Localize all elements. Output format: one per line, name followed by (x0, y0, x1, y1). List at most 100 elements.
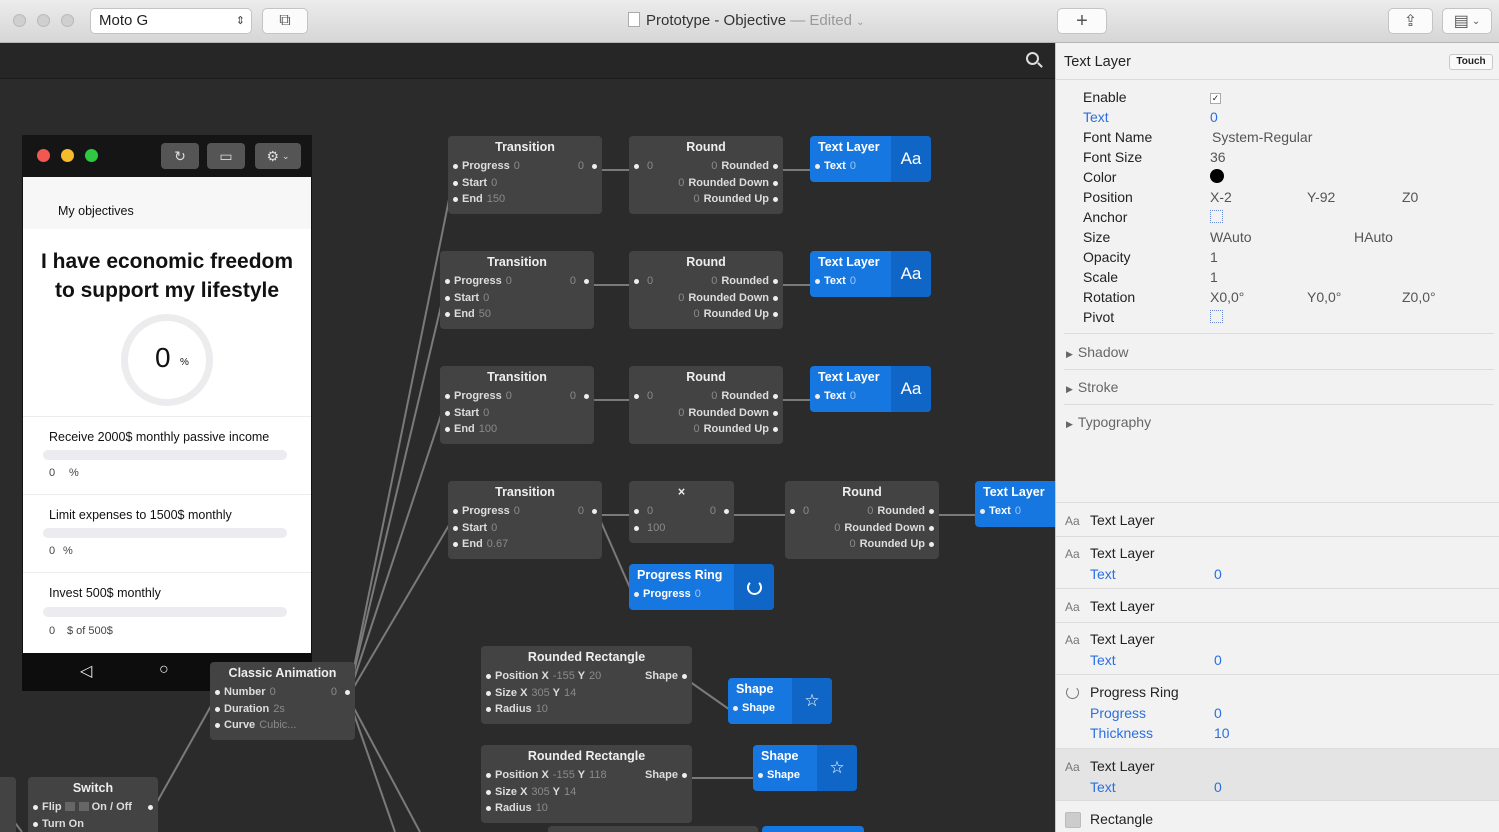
minimize-window-button[interactable] (37, 14, 50, 27)
start-port[interactable]: Start 0 (440, 290, 594, 307)
toggle-viewer-button[interactable]: ⧉ (262, 8, 308, 34)
text-value[interactable]: 0 (1210, 109, 1218, 125)
radius-port[interactable]: Radius 10 (481, 701, 692, 718)
switch-node[interactable]: Switch Flip On / Off Turn On (28, 777, 158, 832)
objective-card[interactable]: Receive 2000$ monthly passive income 0 % (23, 416, 311, 494)
duration-port[interactable]: Duration 2s (210, 701, 355, 718)
preview-settings-button[interactable]: ⚙ ⌄ (255, 143, 301, 169)
transition-node-4[interactable]: Transition Progress 0 0 Start 0 End 0.67 (448, 481, 602, 559)
patch-editor-canvas[interactable]: ↻ ▭ ⚙ ⌄ My objectives I have economic fre… (0, 43, 1055, 832)
shape-node-2[interactable]: Shape Shape ☆ (753, 745, 857, 791)
layer-prop-value[interactable]: 0 (1214, 652, 1222, 668)
rounded-up-port[interactable]: 0 Rounded Up (629, 306, 783, 323)
layer-prop-value[interactable]: 0 (1214, 705, 1222, 721)
progress-port[interactable]: Progress 0 0 (440, 388, 594, 405)
add-patch-button[interactable]: + (1057, 8, 1107, 34)
rounded-down-port[interactable]: 0 Rounded Down (785, 520, 939, 537)
size-height[interactable]: HAuto (1354, 229, 1393, 245)
stroke-section[interactable]: ▶ Stroke (1066, 379, 1118, 395)
transition-node-1[interactable]: Transition Progress 0 0 Start 0 End 150 (448, 136, 602, 214)
text-layer-node-4[interactable]: Text Layer Text 0 (975, 481, 1055, 527)
progress-ring-node[interactable]: Progress Ring Progress 0 (629, 564, 774, 610)
layer-row[interactable]: Progress Ring Progress 0 Thickness 10 (1056, 674, 1499, 748)
touch-button[interactable]: Touch (1449, 54, 1493, 70)
preview-minimize-dot[interactable] (61, 149, 74, 162)
layer-prop-value[interactable]: 10 (1214, 725, 1230, 741)
start-port[interactable]: Start 0 (440, 405, 594, 422)
shadow-section[interactable]: ▶ Shadow (1066, 344, 1129, 360)
text-port[interactable]: Text 0 (975, 503, 1055, 520)
number-port[interactable]: Number 0 0 (210, 684, 355, 701)
rounded-down-port[interactable]: 0 Rounded Down (629, 405, 783, 422)
progress-port[interactable]: Progress 0 0 (448, 503, 602, 520)
position-x[interactable]: X-2 (1210, 189, 1232, 205)
text-layer-node-3[interactable]: Text Layer Text 0 Aa (810, 366, 931, 412)
preview-close-dot[interactable] (37, 149, 50, 162)
rounded-up-port[interactable]: 0 Rounded Up (785, 536, 939, 553)
document-title[interactable]: Prototype - Objective — Edited ⌄ (628, 12, 865, 29)
input-port[interactable]: 0 0 Rounded (629, 388, 783, 405)
turn-on-port[interactable]: Turn On (28, 816, 158, 832)
text-layer-node-2[interactable]: Text Layer Text 0 Aa (810, 251, 931, 297)
opacity-value[interactable]: 1 (1210, 249, 1218, 265)
enable-checkbox[interactable]: ✓ (1210, 93, 1221, 104)
round-node-4[interactable]: Round 0 0 Rounded 0 Rounded Down 0 Rounded U… (785, 481, 939, 559)
record-button[interactable]: ▭ (207, 143, 245, 169)
progress-port[interactable]: Progress 0 0 (440, 273, 594, 290)
layer-row[interactable]: Rectangle (1056, 800, 1499, 832)
radius-port[interactable]: Radius 10 (481, 800, 692, 817)
font-size-value[interactable]: 36 (1210, 149, 1226, 165)
layer-prop-value[interactable]: 0 (1214, 779, 1222, 795)
rotation-z[interactable]: Z0,0° (1402, 289, 1436, 305)
start-port[interactable]: Start 0 (448, 520, 602, 537)
input-port[interactable]: 0 0 Rounded (629, 273, 783, 290)
offscreen-node[interactable] (762, 826, 864, 832)
size-width[interactable]: WAuto (1210, 229, 1252, 245)
transition-node-3[interactable]: Transition Progress 0 0 Start 0 End 100 (440, 366, 594, 444)
zoom-window-button[interactable] (61, 14, 74, 27)
layer-row[interactable]: Aa Text Layer (1056, 502, 1499, 536)
position-port[interactable]: Position X -155 Y 118 Shape (481, 767, 692, 784)
transition-node-2[interactable]: Transition Progress 0 0 Start 0 End 50 (440, 251, 594, 329)
color-swatch[interactable] (1210, 169, 1224, 183)
round-node-1[interactable]: Round 0 0 Rounded 0 Rounded Down 0 Rounded U… (629, 136, 783, 214)
rotation-y[interactable]: Y0,0° (1307, 289, 1341, 305)
end-port[interactable]: End 0.67 (448, 536, 602, 553)
rounded-up-port[interactable]: 0 Rounded Up (629, 191, 783, 208)
rounded-up-port[interactable]: 0 Rounded Up (629, 421, 783, 438)
typography-section[interactable]: ▶ Typography (1066, 414, 1151, 430)
end-port[interactable]: End 50 (440, 306, 594, 323)
anchor-picker[interactable] (1210, 210, 1223, 223)
back-icon[interactable]: ◁ (80, 661, 92, 681)
first-input-port[interactable]: 00 (629, 503, 734, 520)
scale-value[interactable]: 1 (1210, 269, 1218, 285)
round-node-2[interactable]: Round 0 0 Rounded 0 Rounded Down 0 Rounded U… (629, 251, 783, 329)
rounded-rectangle-node-1[interactable]: Rounded Rectangle Position X -155 Y 20 Shap… (481, 646, 692, 724)
pivot-picker[interactable] (1210, 310, 1223, 323)
round-node-3[interactable]: Round 0 0 Rounded 0 Rounded Down 0 Rounded U… (629, 366, 783, 444)
layer-row[interactable]: Aa Text Layer Text 0 (1056, 622, 1499, 674)
flip-port[interactable]: Flip On / Off (28, 799, 158, 816)
position-port[interactable]: Position X -155 Y 20 Shape (481, 668, 692, 685)
rotation-x[interactable]: X0,0° (1210, 289, 1244, 305)
objective-card[interactable]: Invest 500$ monthly 0 $ of 500$ (23, 572, 311, 653)
size-port[interactable]: Size X 305 Y 14 (481, 784, 692, 801)
close-window-button[interactable] (13, 14, 26, 27)
start-port[interactable]: Start 0 (448, 175, 602, 192)
position-y[interactable]: Y-92 (1307, 189, 1335, 205)
second-input-port[interactable]: 100 (629, 520, 734, 537)
layer-row[interactable]: Aa Text Layer Text 0 (1056, 536, 1499, 588)
layer-prop-value[interactable]: 0 (1214, 566, 1222, 582)
shape-node-1[interactable]: Shape Shape ☆ (728, 678, 832, 724)
progress-port[interactable]: Progress 0 0 (448, 158, 602, 175)
device-select[interactable]: Moto G ⇕ (90, 8, 252, 34)
layer-row-selected[interactable]: Aa Text Layer Text 0 (1056, 748, 1499, 800)
layout-menu-button[interactable]: ▤ ⌄ (1442, 8, 1492, 34)
device-screen[interactable]: My objectives I have economic freedom to… (23, 177, 311, 653)
input-port[interactable]: 0 0 Rounded (629, 158, 783, 175)
classic-animation-node[interactable]: Classic Animation Number 0 0 Duration 2s Cu… (210, 662, 355, 740)
rounded-down-port[interactable]: 0 Rounded Down (629, 175, 783, 192)
share-button[interactable]: ⇪ (1388, 8, 1433, 34)
curve-port[interactable]: Curve Cubic... (210, 717, 355, 734)
text-layer-node-1[interactable]: Text Layer Text 0 Aa (810, 136, 931, 182)
